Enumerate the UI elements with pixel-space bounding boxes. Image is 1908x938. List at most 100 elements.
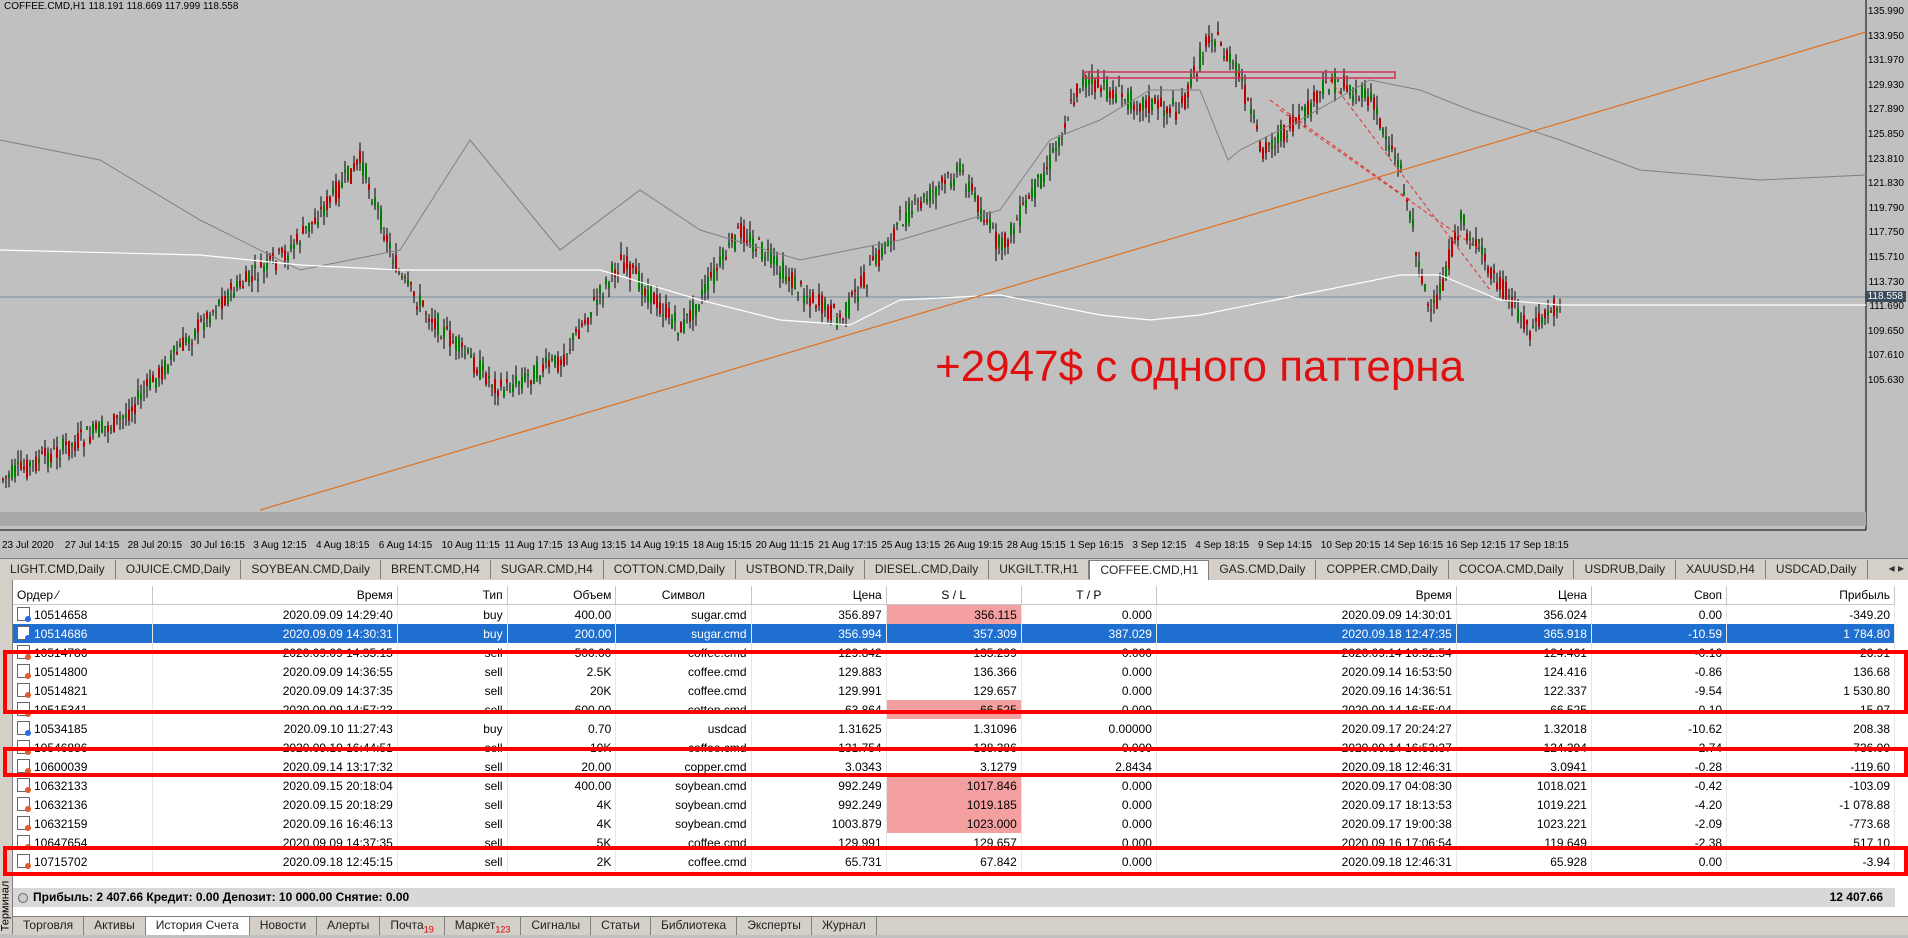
candle-body <box>677 333 679 336</box>
table-row[interactable]: 10515341 2020.09.09 14:57:23 sell 600.00 cot… <box>13 700 1895 719</box>
table-row[interactable]: 10514800 2020.09.09 14:36:55 sell 2.5K coffe… <box>13 662 1895 681</box>
column-header[interactable]: S / L <box>886 586 1022 605</box>
column-header[interactable]: Тип <box>397 586 508 605</box>
cell-text: -773.68 <box>1849 816 1890 831</box>
column-header[interactable]: Цена <box>1456 586 1592 605</box>
candle-body <box>971 183 973 191</box>
candle-body <box>140 393 142 400</box>
terminal-tab[interactable]: Сигналы <box>521 917 592 935</box>
terminal-tab[interactable]: Статьи <box>591 917 651 935</box>
candle-body <box>404 277 406 279</box>
candle-body <box>86 426 88 430</box>
chart-tab[interactable]: SUGAR.CMD,H4 <box>491 560 604 579</box>
cell-open: 2020.09.15 20:18:04 <box>152 776 398 795</box>
table-row[interactable]: 10632136 2020.09.15 20:18:29 sell 4K soybean… <box>13 795 1895 814</box>
candle-body <box>1430 309 1432 311</box>
time-tick-label: 3 Sep 12:15 <box>1132 540 1187 551</box>
tabs-scroll-icon[interactable]: ◂ ▸ <box>1889 561 1904 575</box>
column-header[interactable]: Объем <box>507 586 617 605</box>
terminal-tab[interactable]: Торговля <box>13 917 85 935</box>
cell-text: -103.09 <box>1849 778 1890 793</box>
candle-body <box>1058 136 1060 147</box>
candle-body <box>137 390 139 399</box>
terminal-tab[interactable]: Почта19 <box>380 917 445 935</box>
candle-body <box>737 226 739 229</box>
table-row[interactable]: 10632159 2020.09.16 16:46:13 sell 4K soybean… <box>13 814 1895 833</box>
candle-body <box>65 441 67 446</box>
table-row[interactable]: 10514658 2020.09.09 14:29:40 buy 400.00 suga… <box>13 604 1895 624</box>
chart-tab[interactable]: LIGHT.CMD,Daily <box>0 560 116 579</box>
terminal-tab[interactable]: Эксперты <box>737 917 812 935</box>
order-icon <box>17 607 31 622</box>
candle-body <box>1517 308 1519 322</box>
candle-body <box>17 461 19 465</box>
cell-text: 0.000 <box>1121 702 1152 717</box>
table-row[interactable]: 10632133 2020.09.15 20:18:04 sell 400.00 soy… <box>13 776 1895 795</box>
column-header[interactable]: Цена <box>751 586 887 605</box>
candle-body <box>791 271 793 288</box>
chart-tab[interactable]: OJUICE.CMD,Daily <box>116 560 242 579</box>
candle-body <box>515 375 517 384</box>
chart-tab[interactable]: GAS.CMD,Daily <box>1209 560 1317 579</box>
candle-body <box>47 452 49 467</box>
cell-swap: -10.59 <box>1591 624 1728 643</box>
chart-tab[interactable]: UKGILT.TR,H1 <box>989 560 1090 579</box>
cell-close: 2020.09.17 04:08:30 <box>1156 776 1457 795</box>
candle-body <box>629 263 631 281</box>
candle-body <box>176 351 178 354</box>
candle-body <box>1448 249 1450 270</box>
price-chart[interactable]: COFFEE.CMD,H1 118.191 118.669 117.999 11… <box>0 0 1908 558</box>
chart-tab[interactable]: USDCAD,Daily <box>1766 560 1868 579</box>
chart-tab[interactable]: COTTON.CMD,Daily <box>604 560 736 579</box>
cell-text: copper.cmd <box>684 759 747 774</box>
terminal-tab[interactable]: Алерты <box>317 917 381 935</box>
column-header[interactable]: Своп <box>1591 586 1728 605</box>
candle-body <box>614 269 616 278</box>
candle-body <box>1094 79 1096 93</box>
table-row[interactable]: 10600039 2020.09.14 13:17:32 sell 20.00 copp… <box>13 757 1895 776</box>
chart-tab[interactable]: COPPER.CMD,Daily <box>1316 560 1449 579</box>
chart-tab[interactable]: USDRUB,Daily <box>1574 560 1677 579</box>
chart-tab[interactable]: XAUUSD,H4 <box>1676 560 1766 579</box>
table-row[interactable]: 10534185 2020.09.10 11:27:43 buy 0.70 usdcad… <box>13 719 1895 738</box>
summary-text: Прибыль: 2 407.66 Кредит: 0.00 Депозит: … <box>33 890 410 904</box>
order-icon <box>17 816 31 831</box>
pattern-line <box>1279 109 1481 251</box>
price-tick-label: 135.990 <box>1867 6 1904 17</box>
column-header[interactable]: T / P <box>1021 586 1157 605</box>
candle-body <box>11 465 13 478</box>
terminal-tab[interactable]: Библиотека <box>651 917 738 935</box>
table-row[interactable]: 10514686 2020.09.09 14:30:31 buy 200.00 suga… <box>13 624 1895 643</box>
chart-tab[interactable]: SOYBEAN.CMD,Daily <box>241 560 382 579</box>
candle-body <box>617 272 619 274</box>
table-row[interactable]: 10715702 2020.09.18 12:45:15 sell 2K coffee.… <box>13 852 1895 871</box>
chart-tab[interactable]: BRENT.CMD,H4 <box>381 560 491 579</box>
column-header[interactable]: Время <box>152 586 398 605</box>
chart-tab[interactable]: COFFEE.CMD,H1 <box>1089 559 1210 580</box>
cell-vol: 400.00 <box>507 604 617 624</box>
cell-text: 10534185 <box>34 722 88 736</box>
column-header[interactable]: Ордер ⁄ <box>13 586 153 605</box>
candle-body <box>1133 104 1135 111</box>
terminal-tab[interactable]: Новости <box>250 917 318 935</box>
cell-sym: soybean.cmd <box>615 776 752 795</box>
table-row[interactable]: 10546886 2020.09.10 16:44:51 sell 10K coffee… <box>13 738 1895 757</box>
chart-tab[interactable]: COCOA.CMD,Daily <box>1449 560 1575 579</box>
column-header[interactable]: Время <box>1156 586 1457 605</box>
terminal-tab[interactable]: Активы <box>84 917 146 935</box>
chart-tab[interactable]: DIESEL.CMD,Daily <box>865 560 990 579</box>
candle-body <box>494 379 496 394</box>
column-header[interactable]: Прибыль <box>1726 586 1895 605</box>
table-row[interactable]: 10514786 2020.09.09 14:35:15 sell 500.00 cof… <box>13 643 1895 662</box>
table-row[interactable]: 10514821 2020.09.09 14:37:35 sell 20K coffee… <box>13 681 1895 700</box>
terminal-tab[interactable]: История Счета <box>145 917 250 935</box>
candle-body <box>41 451 43 454</box>
table-row[interactable]: 10647654 2020.09.09 14:37:35 sell 5K coffee.… <box>13 833 1895 852</box>
terminal-tab[interactable]: Журнал <box>812 917 877 935</box>
candle-body <box>185 337 187 343</box>
candle-body <box>1439 282 1441 294</box>
cell-text: -0.42 <box>1694 778 1723 793</box>
chart-tab[interactable]: USTBOND.TR,Daily <box>736 560 865 579</box>
column-header[interactable]: Символ <box>615 586 752 605</box>
terminal-tab[interactable]: Маркет123 <box>445 917 522 935</box>
